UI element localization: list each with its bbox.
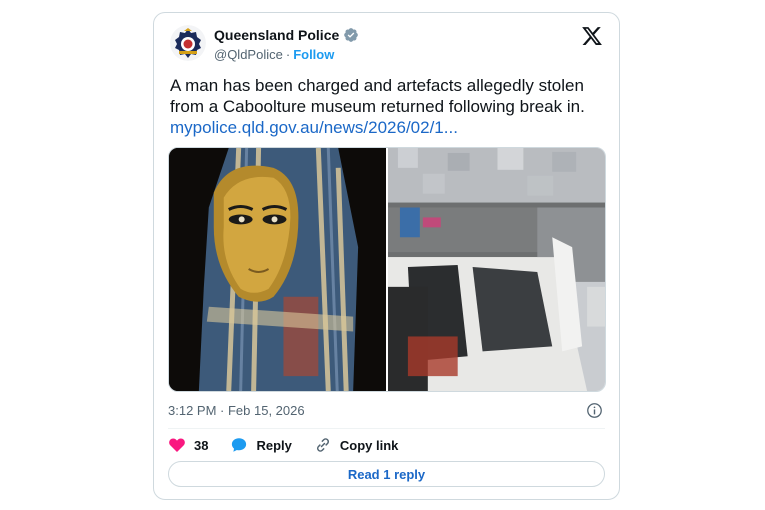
link-icon [316, 438, 329, 452]
tweet-text: A man has been charged and artefacts all… [170, 75, 605, 138]
info-icon[interactable] [586, 402, 603, 419]
tweet-text-line-1: A man has been charged and artefacts all… [170, 76, 584, 95]
media-grid [168, 147, 606, 392]
verified-icon [344, 28, 359, 42]
display-name[interactable]: Queensland Police [214, 27, 339, 43]
follow-button[interactable]: Follow [293, 47, 334, 62]
media-image-car[interactable] [388, 148, 605, 391]
copy-link-button[interactable]: Copy link [314, 436, 399, 454]
read-reply-label: Read 1 reply [347, 466, 426, 482]
copy-link-label: Copy link [339, 437, 399, 453]
action-bar: 38 Reply Copy link [168, 434, 420, 456]
like-button[interactable]: 38 [168, 436, 208, 454]
media-image-mask[interactable] [169, 148, 386, 391]
mummy-mask-image [169, 148, 386, 391]
car-scene-image [388, 148, 605, 391]
tweet-link[interactable]: mypolice.qld.gov.au/news/2026/02/1... [170, 117, 605, 138]
reply-bubble-icon [232, 438, 247, 452]
police-badge-icon[interactable] [170, 25, 206, 61]
handle[interactable]: @QldPolice [214, 47, 283, 62]
like-count: 38 [194, 437, 209, 453]
tweet-meta: 3:12 PM · Feb 15, 2026 [168, 403, 605, 421]
handle-row: @QldPolice · Follow [214, 47, 334, 62]
divider [168, 428, 605, 429]
read-reply-button[interactable]: Read 1 reply [168, 461, 605, 487]
reply-label: Reply [256, 437, 292, 453]
heart-icon [169, 438, 185, 453]
tweet-text-line-2: from a Caboolture museum returned follow… [170, 97, 585, 116]
name-row: Queensland Police [214, 27, 359, 43]
tweet-header: Queensland Police @QldPolice · Follow [170, 25, 603, 69]
separator: · [285, 47, 291, 62]
timestamp[interactable]: 3:12 PM · Feb 15, 2026 [168, 403, 305, 418]
x-logo-icon[interactable] [581, 25, 603, 47]
reply-button[interactable]: Reply [230, 436, 292, 454]
tweet-card: Queensland Police @QldPolice · Follow A ma… [153, 12, 620, 500]
